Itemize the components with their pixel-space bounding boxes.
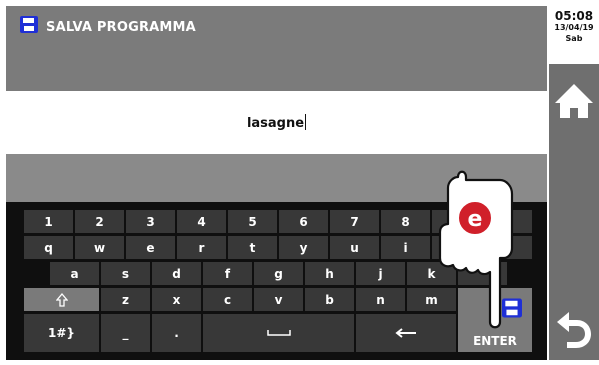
key-d[interactable]: d <box>152 262 201 285</box>
key-q[interactable]: q <box>24 236 73 259</box>
back-arrow-icon <box>557 312 591 348</box>
key-e[interactable]: e <box>126 236 175 259</box>
space-key[interactable] <box>203 314 354 352</box>
key-l[interactable] <box>458 262 507 285</box>
on-screen-keyboard: 1 2 3 4 5 6 7 8 q w e r t y u i a s d f … <box>6 202 547 360</box>
enter-label: ENTER <box>473 334 517 348</box>
key-3[interactable]: 3 <box>126 210 175 233</box>
key-4[interactable]: 4 <box>177 210 226 233</box>
home-icon <box>555 84 593 118</box>
clock-time: 05:08 <box>554 9 594 23</box>
underscore-key[interactable]: _ <box>101 314 150 352</box>
home-button[interactable] <box>549 76 599 126</box>
key-p[interactable] <box>483 236 532 259</box>
key-n[interactable]: n <box>356 288 405 311</box>
space-icon <box>266 330 291 336</box>
key-o[interactable] <box>432 236 481 259</box>
key-9[interactable] <box>432 210 481 233</box>
text-caret <box>305 114 307 130</box>
key-g[interactable]: g <box>254 262 303 285</box>
key-1[interactable]: 1 <box>24 210 73 233</box>
key-b[interactable]: b <box>305 288 354 311</box>
key-x[interactable]: x <box>152 288 201 311</box>
backspace-arrow-icon <box>395 328 416 338</box>
dot-key[interactable]: . <box>152 314 201 352</box>
shift-key[interactable] <box>24 288 99 311</box>
key-i[interactable]: i <box>381 236 430 259</box>
key-f[interactable]: f <box>203 262 252 285</box>
key-0[interactable] <box>483 210 532 233</box>
program-name-value: lasagne <box>6 114 547 131</box>
clock-panel: 05:08 13/04/19 Sab <box>549 6 599 64</box>
shift-icon <box>55 292 68 307</box>
save-icon <box>502 298 522 318</box>
key-u[interactable]: u <box>330 236 379 259</box>
key-5[interactable]: 5 <box>228 210 277 233</box>
key-z[interactable]: z <box>101 288 150 311</box>
clock-day: Sab <box>565 34 583 43</box>
input-text: lasagne <box>246 116 305 131</box>
key-j[interactable]: j <box>356 262 405 285</box>
key-c[interactable]: c <box>203 288 252 311</box>
key-h[interactable]: h <box>305 262 354 285</box>
key-t[interactable]: t <box>228 236 277 259</box>
key-7[interactable]: 7 <box>330 210 379 233</box>
page-title: SALVA PROGRAMMA <box>46 20 196 35</box>
key-v[interactable]: v <box>254 288 303 311</box>
back-button[interactable] <box>549 302 599 352</box>
key-6[interactable]: 6 <box>279 210 328 233</box>
key-m[interactable]: m <box>407 288 456 311</box>
key-a[interactable]: a <box>50 262 99 285</box>
key-r[interactable]: r <box>177 236 226 259</box>
header-bar: SALVA PROGRAMMA <box>6 6 547 91</box>
key-8[interactable]: 8 <box>381 210 430 233</box>
backspace-key[interactable] <box>356 314 456 352</box>
symbols-key[interactable]: 1#} <box>24 314 99 352</box>
key-k[interactable]: k <box>407 262 456 285</box>
key-w[interactable]: w <box>75 236 124 259</box>
clock-date: 13/04/19 <box>554 23 594 32</box>
main-panel: SALVA PROGRAMMA lasagne 1 2 3 4 5 6 7 8 … <box>6 6 547 360</box>
enter-key[interactable]: ENTER <box>458 288 532 352</box>
program-name-field[interactable]: lasagne <box>6 91 547 154</box>
key-s[interactable]: s <box>101 262 150 285</box>
spacer-band <box>6 154 547 202</box>
key-2[interactable]: 2 <box>75 210 124 233</box>
save-icon <box>20 16 38 33</box>
key-y[interactable]: y <box>279 236 328 259</box>
